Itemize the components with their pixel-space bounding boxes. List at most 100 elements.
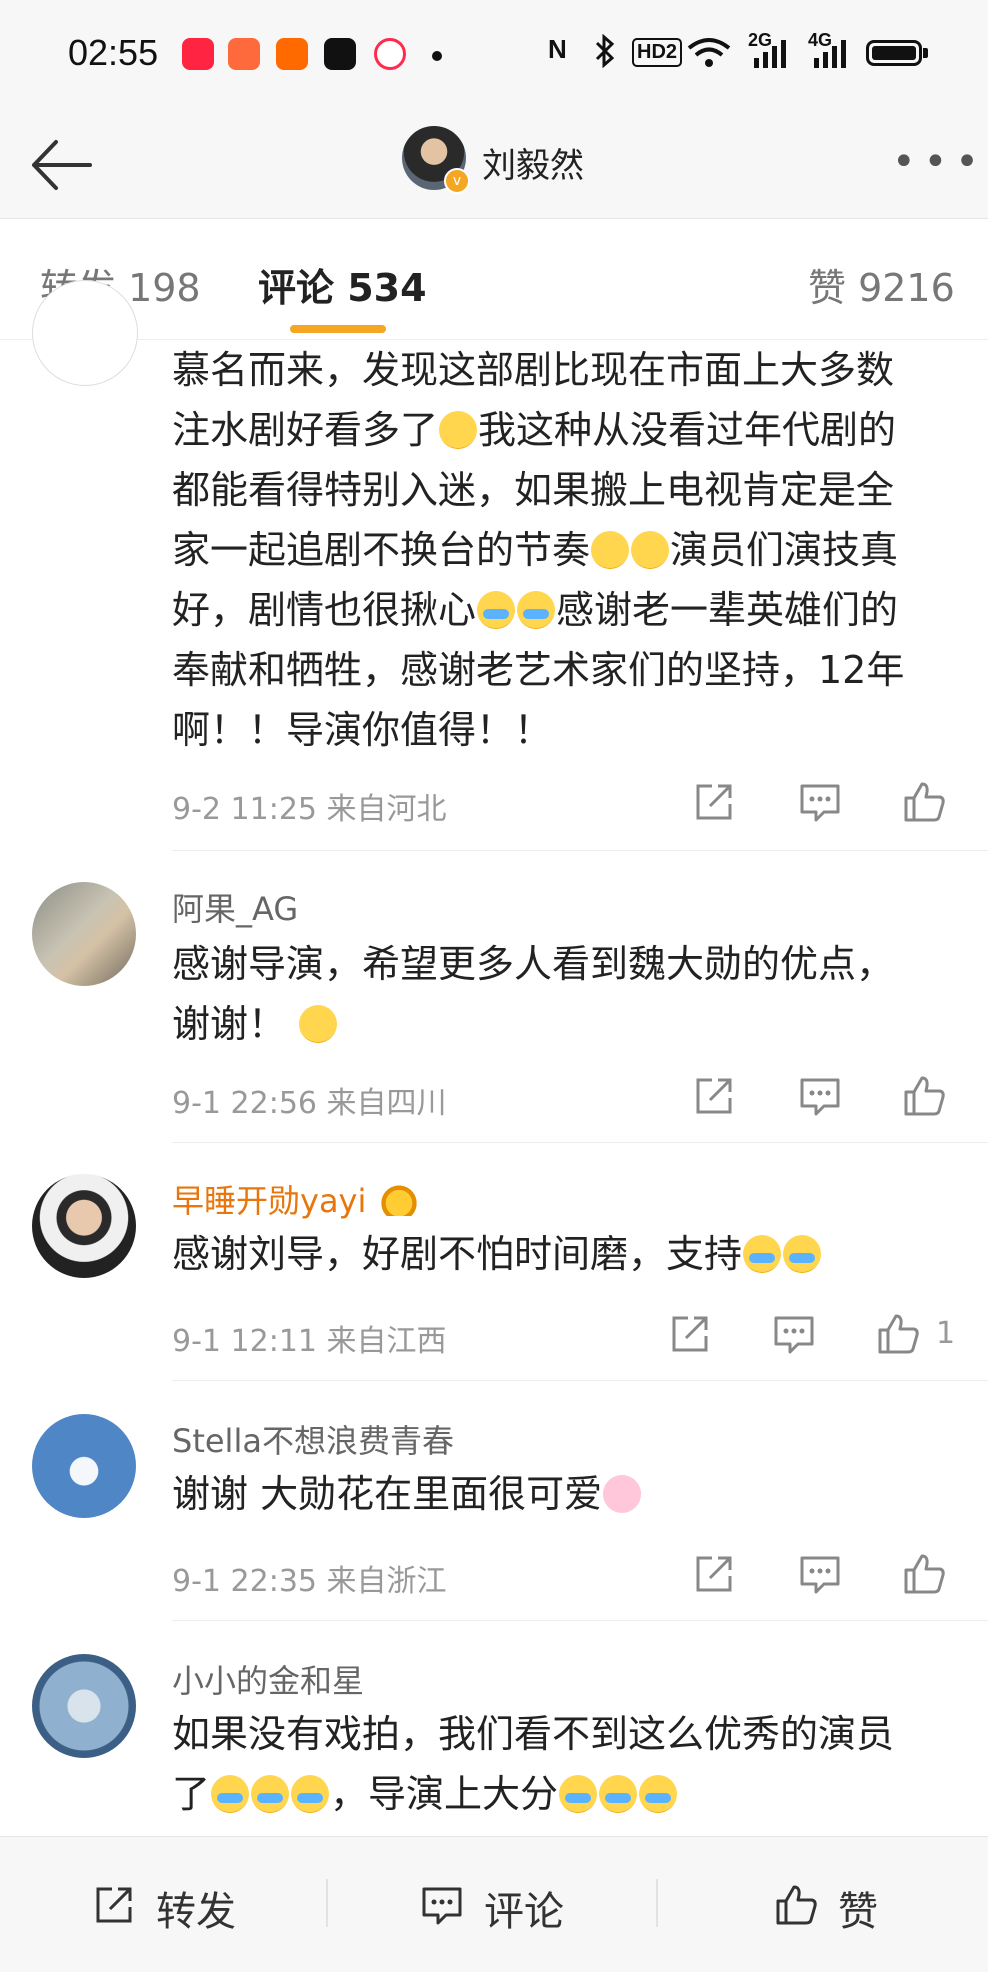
laugh-cry-emoji-icon [291,1775,330,1813]
top-nav-bar: v 刘毅然 ••• [0,110,988,218]
comment-line-part: 注水剧好看多了 [172,408,439,452]
tab-comments[interactable]: 评论 534 [258,257,427,312]
page-title[interactable]: 刘毅然 [482,138,584,187]
status-bar: 02:55 N HD2 2G 4G [0,0,988,110]
share-icon[interactable] [692,780,736,824]
xiaohongshu-icon [182,38,214,70]
thumbs-up-icon [776,1885,817,1925]
more-options-icon[interactable]: ••• [892,142,987,182]
comment-line: 谢谢 大勋花在里面很可爱 [172,1464,962,1524]
separator [326,1879,328,1927]
comment-button[interactable]: 评论 [420,1877,580,1935]
signal-4g-icon [814,40,846,68]
like-count: 1 [936,1316,956,1351]
crying-emoji-icon [517,591,556,629]
comment-line: 了 ，导演上大分 [172,1764,962,1824]
share-icon[interactable] [692,1074,736,1118]
like-icon[interactable] [902,780,946,824]
comment-line: 慕名而来，发现这部剧比现在市面上大多数 [172,348,895,392]
nfc-icon: N [548,34,567,64]
pink-bunny-emoji-icon [603,1475,642,1513]
comment-text: 感谢刘导，好剧不怕时间磨，支持 [172,1224,962,1284]
comment-line-part: 好，剧情也很揪心 [172,588,477,632]
comment-text: 慕名而来，发现这部剧比现在市面上大多数 注水剧好看多了 我这种从没看过年代剧的 都… [172,340,962,760]
comment-divider [172,850,988,851]
commenter-avatar[interactable] [32,882,136,986]
signal-2g-icon [754,40,786,68]
comment-line-part: 演员们演技真 [670,528,899,572]
comment-line: 注水剧好看多了 我这种从没看过年代剧的 [172,400,962,460]
taobao-icon [276,38,308,70]
comment-divider [172,1620,988,1621]
commenter-name[interactable]: 阿果_AG [172,884,298,930]
comment-meta: 9-1 22:35 来自浙江 [172,1564,447,1599]
crying-emoji-icon [559,1775,598,1813]
tab-bar: 转发 198 评论 534 赞 9216 [0,218,988,340]
comment-meta: 9-1 12:11 来自江西 [172,1324,447,1359]
camera-app-icon [228,38,260,70]
comment-text: 感谢导演，希望更多人看到魏大勋的优点， 谢谢！ [172,934,962,1054]
comment-line-part: ，导演上大分 [330,1772,559,1816]
comment-meta: 9-1 22:56 来自四川 [172,1086,447,1121]
crying-emoji-icon [599,1775,638,1813]
vip-crown-icon [376,1184,421,1216]
tiktok-icon [324,38,356,70]
reply-icon[interactable] [798,1552,842,1596]
like-icon[interactable] [902,1552,946,1596]
comment-label: 评论 [484,1889,564,1935]
comment-line: 都能看得特别入迷，如果搬上电视肯定是全 [172,468,895,512]
comment-line: 感谢刘导，好剧不怕时间磨，支持 [172,1224,962,1284]
laugh-cry-emoji-icon [211,1775,250,1813]
crying-emoji-icon [743,1235,782,1273]
comment-line-part: 感谢老一辈英雄们的 [556,588,899,632]
clock: 02:55 [68,32,159,73]
comment-line-part: 我这种从没看过年代剧的 [478,408,897,452]
heart-eyes-emoji-icon [631,531,670,569]
like-icon[interactable] [902,1074,946,1118]
comment-line: 谢谢！ [172,994,962,1054]
commenter-avatar[interactable] [32,1414,136,1518]
verified-badge-icon: v [444,168,470,194]
battery-icon [866,40,922,66]
comment-line-part: 家一起追剧不换台的节奏 [172,528,591,572]
heart-eyes-emoji-icon [591,531,630,569]
comment-line: 啊！！导演你值得！！ [172,708,553,752]
like-icon[interactable] [876,1312,920,1356]
like-button[interactable]: 赞 [774,1877,904,1935]
back-arrow-icon[interactable] [26,130,96,200]
share-icon[interactable] [692,1552,736,1596]
commenter-name-text: 早睡开勋yayi [172,1182,367,1220]
commenter-name[interactable]: Stella不想浪费青春 [172,1416,454,1462]
battery-tip [923,48,928,58]
reply-icon[interactable] [798,1074,842,1118]
separator [656,1879,658,1927]
commenter-avatar[interactable] [32,1174,136,1278]
commenter-name[interactable]: 早睡开勋yayi [172,1176,421,1222]
commenter-avatar[interactable] [32,1654,136,1758]
commenter-avatar[interactable] [32,280,138,386]
bottom-action-bar: 转发 评论 赞 [0,1836,988,1972]
comment-line: 奉献和牺牲，感谢老艺术家们的坚持，12年 [172,648,905,692]
share-icon[interactable] [668,1312,712,1356]
comment-text: 如果没有戏拍，我们看不到这么优秀的演员 了 ，导演上大分 [172,1704,962,1824]
comment-line: 家一起追剧不换台的节奏 演员们演技真 [172,520,962,580]
hd-icon: HD2 [632,38,683,67]
comment-divider [172,1142,988,1143]
repost-label: 转发 [156,1889,236,1935]
crying-emoji-icon [639,1775,678,1813]
tab-likes[interactable]: 赞 9216 [808,257,955,312]
comment-icon [422,1887,462,1925]
comment-line-part: 感谢刘导，好剧不怕时间磨，支持 [172,1232,743,1276]
repost-icon [96,1887,132,1923]
commenter-name[interactable]: 小小的金和星 [172,1656,364,1702]
reply-icon[interactable] [772,1312,816,1356]
reply-icon[interactable] [798,780,842,824]
party-face-emoji-icon [439,411,478,449]
sad-face-emoji-icon [299,1005,338,1043]
crying-emoji-icon [477,591,516,629]
repost-button[interactable]: 转发 [92,1877,252,1935]
more-notifications-icon [432,51,442,61]
crying-emoji-icon [783,1235,822,1273]
comment-line: 感谢导演，希望更多人看到魏大勋的优点， [172,942,895,986]
video-app-icon [374,38,406,70]
